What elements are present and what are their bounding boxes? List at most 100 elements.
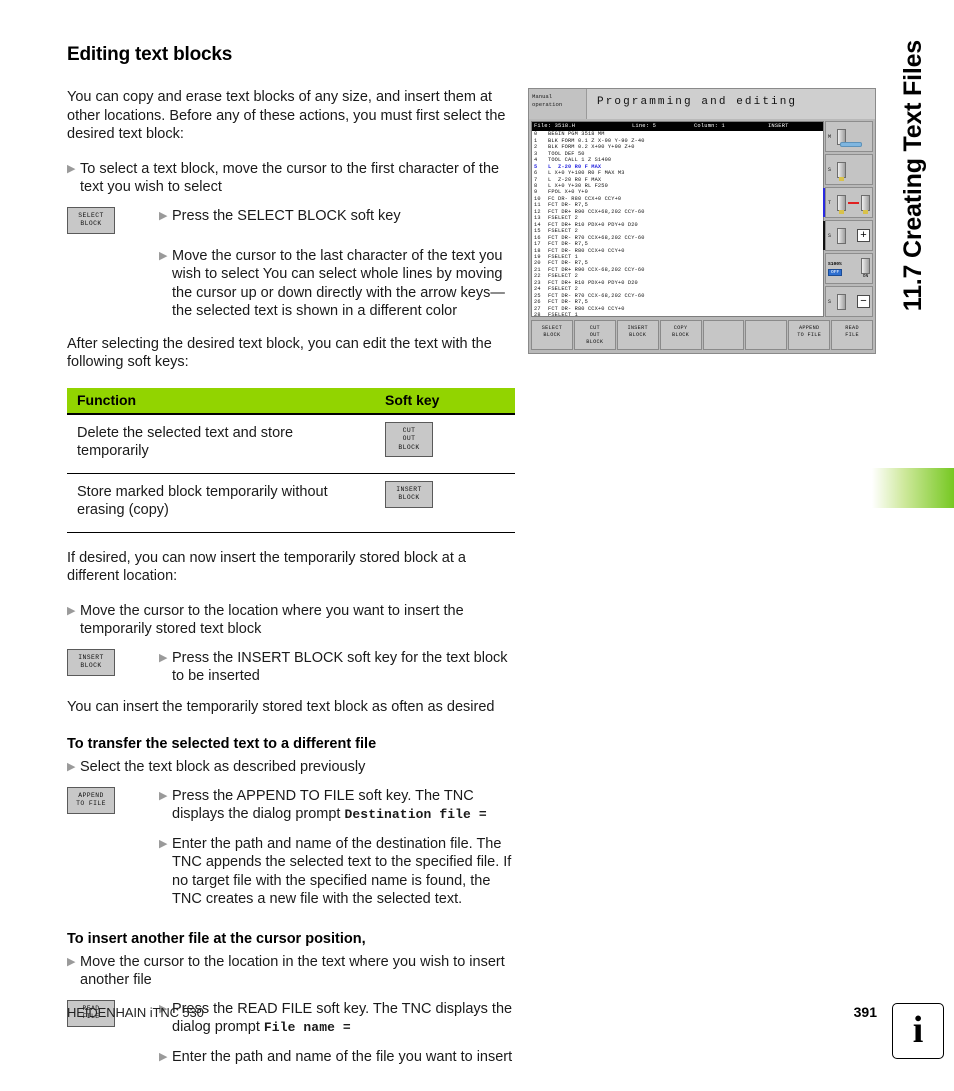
tnc-icon-strip: M S T S + S100% OFF ON S − [823, 121, 873, 317]
tnc-softkey[interactable]: SELECT BLOCK [531, 320, 573, 350]
table-cell-softkey: INSERT BLOCK [375, 473, 515, 533]
tnc-program-line-text: L Z-20 R0 F MAX [548, 176, 602, 183]
tnc-program-line-text: FCT DR- R70 CCX+68,202 CCY-60 [548, 234, 645, 241]
softkey-insert-block[interactable]: INSERT BLOCK [385, 480, 433, 508]
tnc-program-line-text: FPOL X+0 Y+0 [548, 189, 588, 196]
tnc-softkey-line1: APPEND [798, 325, 820, 331]
instruction-text: Enter the path and name of the destinati… [172, 835, 512, 908]
softkey-insert-block[interactable]: INSERT BLOCK [67, 648, 115, 676]
spindle-override-icon[interactable]: S100% OFF ON [825, 253, 873, 284]
softkey-append-to-file[interactable]: APPEND TO FILE [67, 786, 115, 814]
tnc-softkey-line2: OUT [589, 332, 600, 339]
tnc-softkey[interactable]: APPEND TO FILE [788, 320, 831, 350]
intro-paragraph: You can copy and erase text blocks of an… [67, 89, 506, 142]
tnc-program-line-text: FCT DR- R7,5 [548, 299, 588, 306]
tnc-status-mode: INSERT [768, 123, 789, 129]
tnc-softkey-line1: COPY [673, 325, 688, 331]
function-softkey-table: Function Soft key Delete the selected te… [67, 387, 515, 533]
tnc-program-line-text: FSELECT 2 [548, 273, 578, 280]
footer-product-name: HEIDENHAIN iTNC 530 [67, 1005, 204, 1020]
tnc-program-line-text: FCT DR- R80 CCX+0 CCY+0 [548, 305, 625, 312]
chapter-side-title: 11.7 Creating Text Files [878, 40, 948, 370]
tnc-softkey-line1: CUT [589, 325, 600, 331]
after-selecting-paragraph: After selecting the desired text block, … [67, 335, 492, 371]
softkey-line-2: BLOCK [80, 662, 102, 670]
tnc-softkey[interactable] [745, 320, 788, 350]
tnc-softkey-row: SELECT BLOCK CUT OUT BLOCK INSERT BLOCK COPY BLO… [529, 319, 875, 351]
icon-label: S [828, 232, 832, 239]
tnc-softkey[interactable]: READ FILE [831, 320, 873, 350]
softkey-line-3: BLOCK [398, 443, 420, 451]
bullet-select-as-described: ▶ Select the text block as described pre… [67, 758, 515, 777]
tnc-softkey[interactable]: COPY BLOCK [659, 320, 702, 350]
softkey-line-1: APPEND [78, 791, 104, 799]
spindle-tool-icon[interactable]: S [825, 154, 873, 185]
softkey-cell: SELECT BLOCK [67, 206, 159, 234]
tnc-header: Manual operation Programming and editing [529, 89, 875, 119]
softkey-line-2: TO FILE [76, 800, 106, 808]
tnc-program-line-text: FCT DR+ R10 PDX+0 PDY+0 D20 [548, 221, 638, 228]
tnc-program-pane: File: 3518.H Line: 5 Column: 1 INSERT 0B… [531, 121, 824, 317]
instruction-text: Press the INSERT BLOCK soft key for the … [172, 649, 508, 685]
heading-insert-another-file: To insert another file at the cursor pos… [67, 930, 366, 947]
tnc-program-line-text: FSELECT 2 [548, 215, 578, 222]
bullet-select-text-block: ▶ To select a text block, move the curso… [67, 160, 515, 197]
tool-minus-icon[interactable]: S − [825, 286, 873, 317]
triangle-bullet-icon: ▶ [159, 837, 168, 850]
softkey-line-1: CUT [402, 426, 416, 434]
heading-transfer-text: To transfer the selected text to a diffe… [67, 736, 377, 752]
table-plate-shape [840, 142, 862, 147]
tool-shape [837, 293, 846, 310]
bullet-move-cursor-another-file: ▶ Move the cursor to the location in the… [67, 953, 515, 990]
instruction-text: Press the APPEND TO FILE soft key. The T… [172, 787, 515, 825]
page-title: Editing text blocks [67, 44, 233, 65]
override-on-label: ON [862, 274, 869, 279]
triangle-bullet-icon: ▶ [67, 955, 76, 968]
tnc-softkey[interactable] [702, 320, 745, 350]
softkey-cut-out-block[interactable]: CUT OUT BLOCK [385, 421, 433, 458]
tnc-program-line: 28 FSELECT 1 [532, 312, 823, 317]
row-press-append-to-file: APPEND TO FILE ▶ Press the APPEND TO FIL… [67, 786, 515, 825]
tnc-softkey-line2: FILE [845, 332, 859, 339]
instruction-text: Move the cursor to the last character of… [172, 247, 505, 320]
machine-table-icon[interactable]: M [825, 121, 873, 152]
tnc-program-line-text: FC DR- R80 CCX+0 CCY+0 [548, 195, 622, 202]
info-icon: i [892, 1003, 944, 1059]
tnc-softkey-line2: BLOCK [629, 332, 647, 339]
plus-box: + [857, 229, 870, 242]
tnc-program-line-text: L Z-20 R0 F MAX [548, 163, 602, 170]
tool-change-icon[interactable]: T [823, 187, 873, 218]
tnc-softkey-line2: BLOCK [672, 332, 690, 339]
tnc-softkey-line1: SELECT [541, 325, 563, 331]
tnc-program-line-text: TOOL CALL 1 Z S1400 [548, 157, 612, 164]
tnc-softkey[interactable]: CUT OUT BLOCK [573, 320, 616, 350]
dialog-prompt-file-name: File name = [263, 1020, 351, 1035]
tnc-softkey-line2: TO FILE [797, 332, 822, 339]
bullet-move-cursor-insert: ▶ Move the cursor to the location where … [67, 602, 515, 639]
tool-plus-icon[interactable]: S + [823, 220, 873, 251]
black-indicator-bar [823, 221, 825, 250]
tnc-mode-line-2: operation [532, 100, 563, 108]
softkey-cell: APPEND TO FILE [67, 786, 159, 814]
page-number: 391 [853, 1004, 877, 1020]
tnc-program-line-text: FSELECT 1 [548, 312, 578, 317]
main-content: Editing text blocks You can copy and era… [67, 44, 515, 1088]
dialog-prompt-destination-file: Destination file = [344, 807, 487, 822]
tnc-program-line-text: L X+0 Y+30 RL F250 [548, 183, 608, 190]
icon-label: T [828, 199, 832, 206]
row-move-cursor-last-char: ▶ Move the cursor to the last character … [67, 247, 515, 321]
tool-shape-left [836, 194, 846, 214]
tnc-program-line-text: FCT DR- R7,5 [548, 241, 588, 248]
tool-shape [837, 227, 846, 244]
table-header-softkey: Soft key [375, 387, 515, 415]
tnc-program-line-text: FCT DR+ R90 CCX-68,202 CCY-60 [548, 266, 645, 273]
tool-shape-right [861, 194, 870, 214]
icon-label: M [828, 133, 832, 140]
tnc-softkey-line1: INSERT [627, 325, 648, 331]
softkey-select-block[interactable]: SELECT BLOCK [67, 206, 115, 234]
blue-indicator-bar [823, 188, 825, 217]
override-off-badge[interactable]: OFF [828, 268, 843, 276]
tnc-softkey[interactable]: INSERT BLOCK [616, 320, 659, 350]
tool-shape [837, 161, 846, 181]
table-row: Store marked block temporarily without e… [67, 473, 515, 533]
